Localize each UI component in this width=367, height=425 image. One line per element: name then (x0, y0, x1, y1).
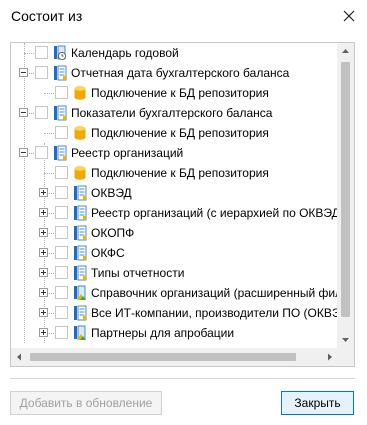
scroll-left-icon[interactable] (11, 348, 28, 366)
tree-item[interactable]: Справочник организаций (расширенный филь… (11, 283, 338, 303)
tree-item-label: Типы отчетности (91, 266, 185, 280)
collapse-icon[interactable] (19, 108, 28, 117)
tree-item-label: Показатели бухгалтерского баланса (71, 106, 273, 120)
tree-item-checkbox[interactable] (55, 226, 68, 239)
horizontal-scrollbar[interactable] (11, 348, 338, 366)
object-tree[interactable]: Календарь годовой Отчетная дата бухгалтер… (10, 42, 355, 367)
expand-icon[interactable] (39, 248, 48, 257)
tree-item[interactable]: Календарь годовой (11, 43, 338, 63)
expand-icon[interactable] (39, 228, 48, 237)
close-button[interactable]: Закрыть (281, 391, 354, 415)
close-icon[interactable] (339, 6, 359, 26)
expand-icon[interactable] (39, 208, 48, 217)
tree-item[interactable]: ОКВЭД (11, 183, 338, 203)
tree-item-label: Подключение к БД репозитория (91, 166, 269, 180)
tree-item[interactable]: Отчетная дата бухгалтерского баланса (11, 63, 338, 83)
tree-item-label: Реестр организаций (с иерархией по ОКВЭД… (91, 206, 338, 220)
tree-item[interactable]: ОКФС (11, 243, 338, 263)
vertical-scrollbar[interactable] (337, 43, 354, 348)
scroll-right-icon[interactable] (321, 348, 338, 366)
dictionary-icon (73, 225, 87, 241)
database-icon (73, 165, 87, 181)
tree-item[interactable]: ОКОПФ (11, 223, 338, 243)
tree-item-label: Партнеры для апробации (91, 326, 235, 340)
tree-item-checkbox[interactable] (35, 66, 48, 79)
scrollbar-corner (337, 348, 354, 366)
expand-icon[interactable] (39, 328, 48, 337)
tree-item-label: Реестр организаций (71, 146, 184, 160)
dictionary-icon (73, 245, 87, 261)
tree-item-checkbox[interactable] (55, 306, 68, 319)
tree-item-checkbox[interactable] (55, 206, 68, 219)
tree-item-checkbox[interactable] (55, 326, 68, 339)
expand-icon[interactable] (39, 288, 48, 297)
tree-item-label: ОКФС (91, 246, 125, 260)
scroll-up-icon[interactable] (337, 43, 354, 60)
composite-dictionary-icon (73, 285, 87, 301)
collapse-icon[interactable] (19, 148, 28, 157)
dictionary-icon (73, 265, 87, 281)
tree-item-label: Подключение к БД репозитория (91, 86, 269, 100)
database-icon (73, 125, 87, 141)
tree-item-label: Календарь годовой (71, 46, 179, 60)
tree-item-checkbox[interactable] (55, 86, 68, 99)
expand-icon[interactable] (39, 308, 48, 317)
tree-item[interactable]: Партнеры для апробации (11, 323, 338, 343)
dictionary-icon (53, 65, 67, 81)
tree-item-label: Все ИТ-компании, производители ПО (ОКВЭД… (91, 306, 338, 320)
tree-item-checkbox[interactable] (55, 186, 68, 199)
dictionary-icon (53, 145, 67, 161)
tree-item-checkbox[interactable] (35, 106, 48, 119)
tree-item-label: Подключение к БД репозитория (91, 126, 269, 140)
tree-item-checkbox[interactable] (35, 146, 48, 159)
tree-item[interactable]: Реестр организаций (11, 143, 338, 163)
database-icon (73, 85, 87, 101)
tree-item-label: Отчетная дата бухгалтерского баланса (71, 66, 290, 80)
vertical-scroll-thumb[interactable] (341, 62, 350, 317)
tree-item-checkbox[interactable] (55, 286, 68, 299)
title-bar: Состоит из (0, 0, 367, 34)
tree-item[interactable]: Подключение к БД репозитория (11, 83, 338, 103)
tree-item-checkbox[interactable] (55, 266, 68, 279)
tree-item-label: Справочник организаций (расширенный филь… (91, 286, 338, 300)
dictionary-icon (73, 205, 87, 221)
tree-item[interactable]: Типы отчетности (11, 263, 338, 283)
tree-item-label: ОКОПФ (91, 226, 135, 240)
tree-rows: Календарь годовой Отчетная дата бухгалтер… (11, 43, 338, 348)
dialog-window: Состоит из Календарь годовой Отчетная дат… (0, 0, 367, 425)
footer-separator (10, 378, 355, 379)
dictionary-icon (73, 185, 87, 201)
tree-item-checkbox[interactable] (55, 246, 68, 259)
dialog-title: Состоит из (11, 8, 83, 24)
tree-item[interactable]: Подключение к БД репозитория (11, 123, 338, 143)
tree-item[interactable]: Реестр организаций (с иерархией по ОКВЭД… (11, 203, 338, 223)
dictionary-icon (53, 105, 67, 121)
calendar-clock-icon (53, 45, 67, 61)
tree-item-checkbox[interactable] (55, 166, 68, 179)
expand-icon[interactable] (39, 268, 48, 277)
tree-item-checkbox[interactable] (35, 46, 48, 59)
tree-item-checkbox[interactable] (55, 126, 68, 139)
horizontal-scroll-thumb[interactable] (30, 353, 296, 361)
tree-item[interactable]: Показатели бухгалтерского баланса (11, 103, 338, 123)
tree-item[interactable]: Все ИТ-компании, производители ПО (ОКВЭД… (11, 303, 338, 323)
composite-dictionary-icon (73, 325, 87, 341)
tree-item-label: ОКВЭД (91, 186, 132, 200)
collapse-icon[interactable] (19, 68, 28, 77)
scroll-down-icon[interactable] (337, 331, 354, 348)
expand-icon[interactable] (39, 188, 48, 197)
add-to-update-button[interactable]: Добавить в обновление (10, 391, 162, 415)
tree-item[interactable]: Подключение к БД репозитория (11, 163, 338, 183)
dictionary-icon (73, 305, 87, 321)
